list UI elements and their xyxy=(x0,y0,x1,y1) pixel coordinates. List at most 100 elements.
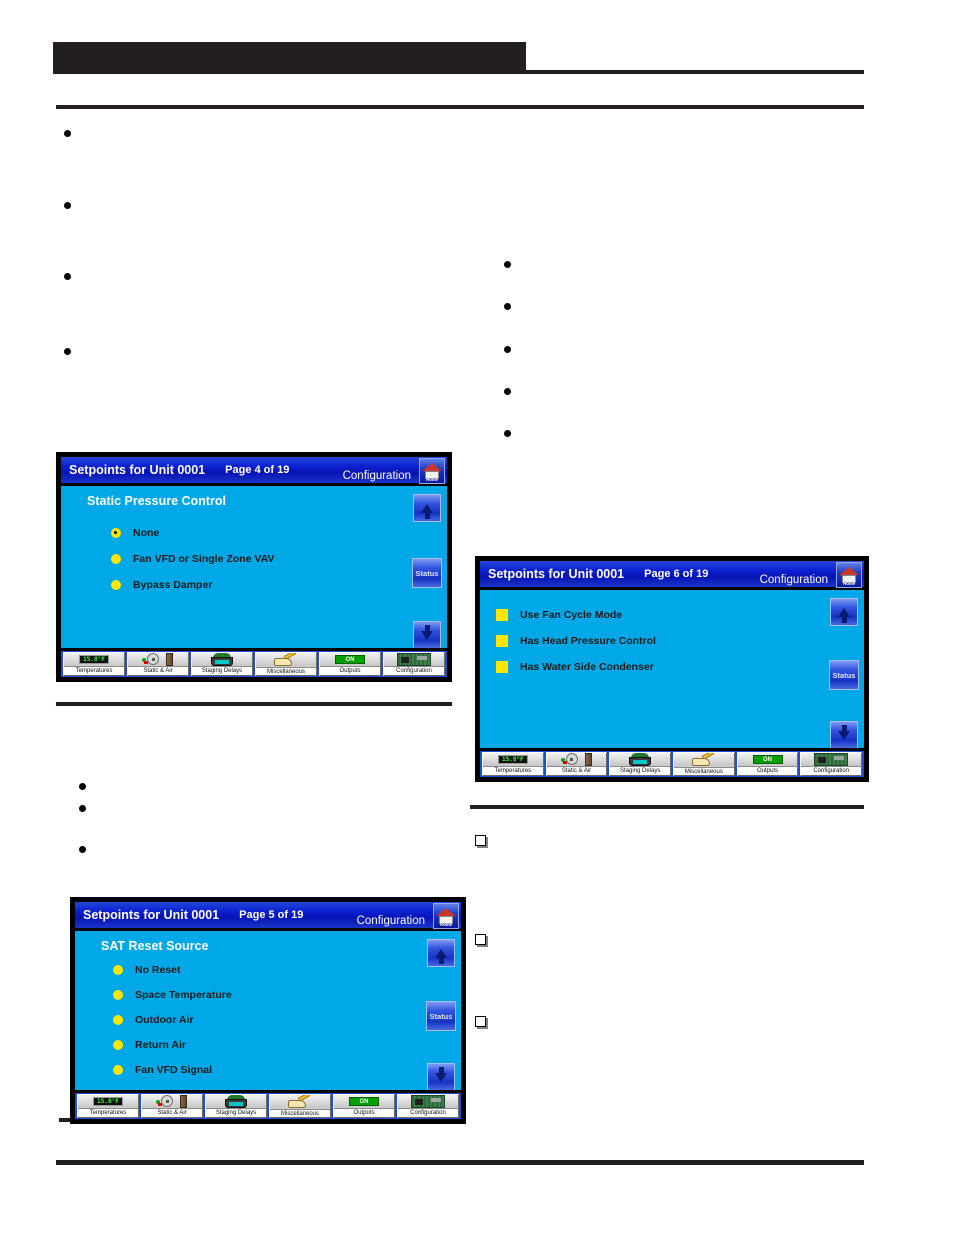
scroll-down-button[interactable] xyxy=(413,621,441,648)
nav-button-configuration[interactable]: Configuration xyxy=(383,652,445,676)
nav-button-outputs[interactable]: ON Outputs xyxy=(333,1094,395,1118)
scroll-down-button[interactable] xyxy=(427,1063,455,1090)
radio-option-return-air[interactable]: Return Air xyxy=(113,1032,401,1057)
nav-button-label: Temperatures xyxy=(483,766,543,775)
list-item xyxy=(79,846,86,853)
home-button[interactable]: Home xyxy=(419,458,445,484)
nav-button-miscellaneous[interactable]: Miscellaneous xyxy=(255,652,317,676)
checklist-item xyxy=(475,1016,486,1027)
checkbox-option-label: Has Head Pressure Control xyxy=(520,635,656,647)
scroll-up-button[interactable] xyxy=(413,494,441,522)
radio-icon-selected[interactable] xyxy=(111,528,121,538)
arrow-up-icon xyxy=(421,503,433,519)
checkbox-option-label: Has Water Side Condenser xyxy=(520,661,654,673)
nav-button-static-and-air[interactable]: Static & Air xyxy=(127,652,189,676)
panel-page-indicator: Page 6 of 19 xyxy=(644,568,709,580)
checkbox-icon[interactable] xyxy=(496,609,508,621)
home-button[interactable]: Home xyxy=(836,562,862,588)
list-item xyxy=(504,261,511,268)
radio-option-fan-vfd-or-single-zone-vav[interactable]: Fan VFD or Single Zone VAV xyxy=(111,546,387,572)
nav-button-staging-delays[interactable]: Staging Delays xyxy=(205,1094,267,1118)
panel-page-indicator: Page 4 of 19 xyxy=(225,464,290,476)
status-button[interactable]: Status xyxy=(426,1001,456,1031)
radio-option-fan-vfd-signal[interactable]: Fan VFD Signal xyxy=(113,1057,401,1082)
temperature-readout: 15.8°F xyxy=(93,1097,123,1106)
radio-option-label: Fan VFD Signal xyxy=(135,1063,213,1076)
nav-button-label: Outputs xyxy=(320,666,380,675)
radio-icon[interactable] xyxy=(113,1014,123,1025)
status-button-label: Status xyxy=(415,568,439,578)
on-indicator-icon: ON xyxy=(738,753,798,766)
status-button-label: Status xyxy=(429,1011,453,1021)
status-button[interactable]: Status xyxy=(412,558,442,588)
nav-button-label: Miscellaneous xyxy=(256,667,316,675)
nav-button-temperatures[interactable]: 15.8°F Temperatures xyxy=(482,752,544,776)
circuit-board-icon xyxy=(384,653,444,666)
nav-button-label: Static & Air xyxy=(546,766,607,775)
nav-button-label: Static & Air xyxy=(142,1108,202,1117)
panel-screen: Static Pressure Control None Fan VFD or … xyxy=(61,486,447,648)
nav-button-label: Temperatures xyxy=(64,666,124,675)
checkbox-icon[interactable] xyxy=(496,635,508,647)
thermometer-display-icon: 15.8°F xyxy=(78,1095,138,1108)
home-icon: Home xyxy=(839,566,859,586)
radio-option-label: Space Temperature xyxy=(135,988,232,1001)
radio-icon[interactable] xyxy=(111,580,121,590)
pencil-hand-icon xyxy=(674,753,734,767)
radio-option-none[interactable]: None xyxy=(111,520,387,546)
radio-option-bypass-damper[interactable]: Bypass Damper xyxy=(111,572,387,598)
radio-icon[interactable] xyxy=(113,964,123,975)
radio-option-no-reset[interactable]: No Reset xyxy=(113,957,401,982)
touchscreen-panel-page6: Setpoints for Unit 0001 Page 6 of 19 Con… xyxy=(475,556,869,782)
panel-mode-label: Configuration xyxy=(356,915,425,927)
radio-option-label: Bypass Damper xyxy=(133,579,213,591)
nav-button-label: Staging Delays xyxy=(206,1108,266,1117)
checklist-item xyxy=(475,835,486,846)
radio-icon[interactable] xyxy=(113,1064,123,1075)
list-item xyxy=(64,202,71,209)
nav-button-outputs[interactable]: ON Outputs xyxy=(319,652,381,676)
temperature-readout: 15.8°F xyxy=(79,655,109,664)
home-icon: Home xyxy=(436,907,456,927)
checkbox-option-has-head-pressure-control[interactable]: Has Head Pressure Control xyxy=(496,628,804,654)
scroll-down-button[interactable] xyxy=(830,721,858,748)
scroll-up-button[interactable] xyxy=(830,598,858,626)
nav-button-outputs[interactable]: ON Outputs xyxy=(736,752,799,776)
nav-button-label: Miscellaneous xyxy=(270,1109,330,1117)
circuit-board-icon xyxy=(398,1095,458,1108)
nav-button-label: Configuration xyxy=(384,666,444,675)
list-item xyxy=(504,430,511,437)
nav-button-configuration[interactable]: Configuration xyxy=(800,752,863,776)
scroll-up-button[interactable] xyxy=(427,939,455,967)
section-rule-mid-left xyxy=(56,702,452,706)
status-button[interactable]: Status xyxy=(829,660,859,690)
checkbox-option-use-fan-cycle-mode[interactable]: Use Fan Cycle Mode xyxy=(496,602,804,628)
nav-button-configuration[interactable]: Configuration xyxy=(397,1094,459,1118)
radio-icon[interactable] xyxy=(111,554,121,564)
checkbox-group-unit-options: Use Fan Cycle Mode Has Head Pressure Con… xyxy=(496,602,804,680)
nav-button-miscellaneous[interactable]: Miscellaneous xyxy=(673,752,735,776)
nav-button-temperatures[interactable]: 15.8°F Temperatures xyxy=(63,652,125,676)
radio-option-outdoor-air[interactable]: Outdoor Air xyxy=(113,1007,401,1032)
timer-module-icon xyxy=(192,653,252,666)
checkbox-option-has-water-side-condenser[interactable]: Has Water Side Condenser xyxy=(496,654,804,680)
nav-button-label: Configuration xyxy=(801,766,862,775)
nav-button-static-and-air[interactable]: Static & Air xyxy=(141,1094,203,1118)
radio-option-space-temperature[interactable]: Space Temperature xyxy=(113,982,401,1007)
checkbox-option-label: Use Fan Cycle Mode xyxy=(520,609,623,621)
checklist-item xyxy=(475,934,486,945)
pressure-gauge-icon xyxy=(128,653,188,666)
arrow-down-icon xyxy=(435,1066,447,1082)
nav-button-miscellaneous[interactable]: Miscellaneous xyxy=(269,1094,331,1118)
touchscreen-panel-page4: Setpoints for Unit 0001 Page 4 of 19 Con… xyxy=(56,452,452,682)
home-button[interactable]: Home xyxy=(433,903,459,929)
nav-button-staging-delays[interactable]: Staging Delays xyxy=(609,752,672,776)
radio-icon[interactable] xyxy=(113,1039,123,1050)
radio-icon[interactable] xyxy=(113,989,123,1000)
checkbox-icon[interactable] xyxy=(496,661,508,673)
radio-option-label: No Reset xyxy=(135,963,181,976)
nav-button-staging-delays[interactable]: Staging Delays xyxy=(191,652,253,676)
nav-button-temperatures[interactable]: 15.8°F Temperatures xyxy=(77,1094,139,1118)
nav-button-static-and-air[interactable]: Static & Air xyxy=(545,752,608,776)
bottom-navbar: 15.8°F Temperatures Static & Air Staging… xyxy=(75,1093,461,1119)
